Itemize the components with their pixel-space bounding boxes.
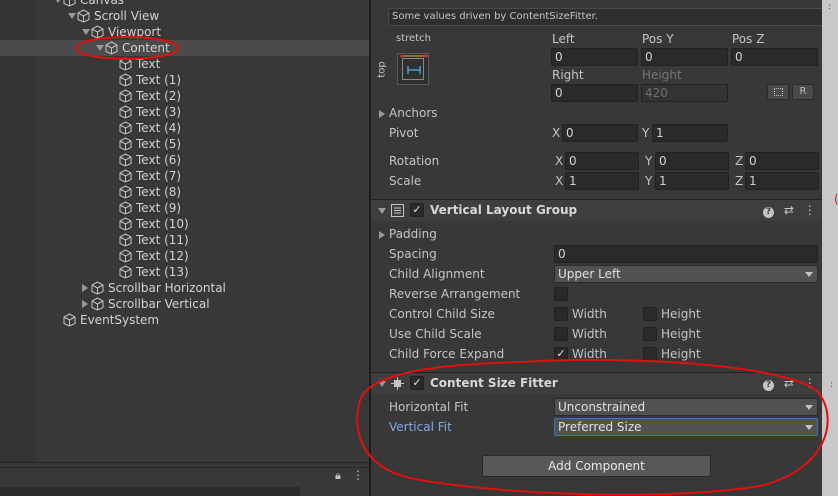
annotation-layer [75, 36, 829, 496]
content-annotation-ellipse [75, 36, 179, 60]
content-size-fitter-annotation-ellipse [356, 358, 829, 496]
